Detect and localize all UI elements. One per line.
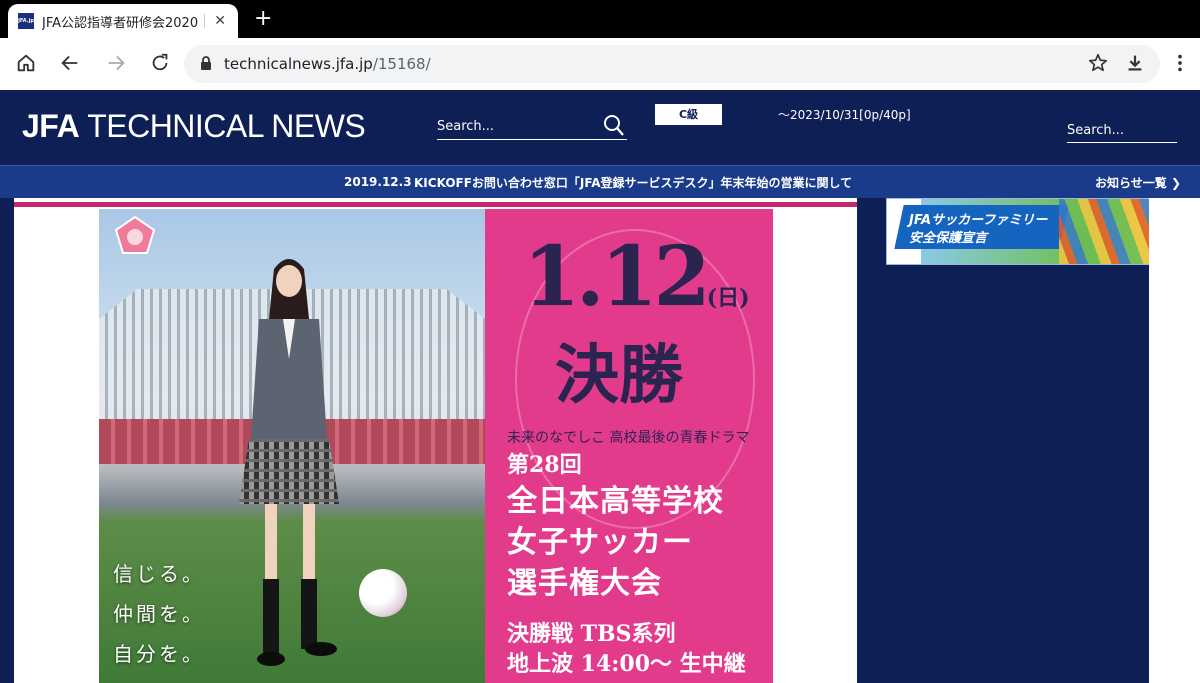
final-label: 決勝 xyxy=(555,338,683,413)
forward-icon[interactable] xyxy=(104,52,128,76)
close-icon[interactable]: ✕ xyxy=(214,13,226,29)
browser-tab[interactable]: JFA.jp JFA公認指導者研修会2020 ✕ xyxy=(8,4,238,38)
tab-strip: JFA.jp JFA公認指導者研修会2020 ✕ + xyxy=(0,0,1200,38)
site-logo[interactable]: JFA TECHNICAL NEWS xyxy=(22,108,366,145)
secondary-search-input[interactable]: Search... xyxy=(1067,120,1177,143)
site-header: JFA TECHNICAL NEWS Search... C級 〜2023/10/… xyxy=(0,90,1200,165)
url-text[interactable]: technicalnews.jfa.jp/15168/ xyxy=(224,55,431,73)
grade-badge[interactable]: C級 xyxy=(655,104,722,125)
jfa-favicon: JFA.jp xyxy=(18,13,34,29)
search-input[interactable]: Search... xyxy=(437,114,627,142)
accent-rule xyxy=(14,202,857,207)
tournament-title: 第28回 全日本高等学校 女子サッカー 選手権大会 xyxy=(507,452,724,601)
student-player-figure xyxy=(239,259,339,666)
poster-photo: 信じる。 仲間を。 自分を。 xyxy=(99,209,485,683)
star-icon[interactable] xyxy=(1086,52,1110,76)
sidebar-column xyxy=(857,265,1149,683)
poster-tagline: 未来のなでしこ 高校最後の青春ドラマ xyxy=(507,430,750,446)
news-date: 2019.12.3 xyxy=(344,175,412,189)
main-content: 信じる。 仲間を。 自分を。 1.12(日) 決勝 未来のなでしこ 高校最後の青… xyxy=(14,198,857,683)
banner-line-2: 安全保護宣言 xyxy=(909,231,988,246)
menu-icon[interactable] xyxy=(1168,52,1192,76)
home-icon[interactable] xyxy=(14,52,38,76)
plus-icon[interactable]: + xyxy=(254,6,272,32)
reload-icon[interactable] xyxy=(148,52,172,76)
final-date: 1.12(日) xyxy=(523,229,750,325)
poster-info-panel: 1.12(日) 決勝 未来のなでしこ 高校最後の青春ドラマ 第28回 全日本高等… xyxy=(485,209,773,683)
address-bar[interactable]: technicalnews.jfa.jp/15168/ xyxy=(184,45,1160,83)
lock-icon[interactable] xyxy=(200,56,212,75)
soccer-ball xyxy=(359,569,407,617)
championship-poster[interactable]: 信じる。 仲間を。 自分を。 1.12(日) 決勝 未来のなでしこ 高校最後の青… xyxy=(99,209,773,683)
search-placeholder: Search... xyxy=(437,119,495,134)
news-list-link[interactable]: お知らせ一覧 ❯ xyxy=(1095,174,1181,191)
download-icon[interactable] xyxy=(1123,52,1147,76)
safeguarding-banner[interactable]: JFAサッカーファミリー 安全保護宣言 xyxy=(886,198,1173,265)
browser-toolbar: technicalnews.jfa.jp/15168/ xyxy=(0,38,1200,90)
news-ticker: 2019.12.3 KICKOFFお問い合わせ窓口「JFA登録サービスデスク」年… xyxy=(0,165,1200,198)
search-placeholder-2: Search... xyxy=(1067,123,1125,138)
page-right-margin xyxy=(1149,198,1200,683)
back-icon[interactable] xyxy=(58,52,82,76)
tab-title: JFA公認指導者研修会2020 xyxy=(42,15,199,31)
news-headline-link[interactable]: KICKOFFお問い合わせ窓口「JFA登録サービスデスク」年末年始の営業に関して xyxy=(414,174,852,191)
search-icon[interactable] xyxy=(603,114,625,142)
poster-slogan: 信じる。 仲間を。 自分を。 xyxy=(113,562,205,666)
tab-separator xyxy=(204,14,205,28)
broadcast-info: 決勝戦 TBS系列 地上波 14:00〜 生中継 xyxy=(507,621,746,677)
championship-emblem-icon xyxy=(114,215,156,254)
banner-line-1: JFAサッカーファミリー xyxy=(909,213,1048,228)
date-range: 〜2023/10/31[0p/40p] xyxy=(778,108,911,122)
